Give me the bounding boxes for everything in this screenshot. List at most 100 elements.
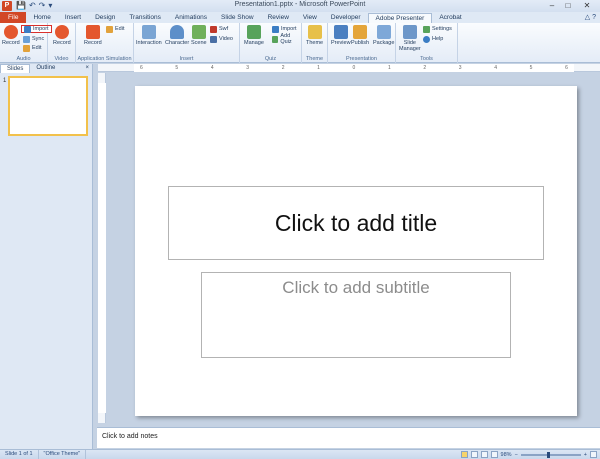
fit-slide-icon[interactable]: [590, 451, 597, 458]
group-label-theme: Theme: [305, 56, 324, 62]
group-label-application-simulation: Application Simulation: [77, 56, 132, 62]
tab-view[interactable]: View: [296, 13, 324, 23]
appsim-edit-button[interactable]: Edit: [106, 25, 124, 33]
settings-button[interactable]: Settings: [423, 25, 452, 33]
audio-sync-button[interactable]: Sync: [23, 35, 44, 43]
slide-thumbnail[interactable]: [8, 76, 88, 136]
tab-adobe-presenter[interactable]: Adobe Presenter: [367, 13, 433, 23]
zoom-in-icon[interactable]: +: [584, 452, 587, 458]
group-label-quiz: Quiz: [264, 56, 277, 62]
ruler-mark: 2: [423, 65, 427, 71]
notes-pane[interactable]: Click to add notes: [97, 427, 600, 448]
quiz-import-button[interactable]: Import: [272, 25, 297, 33]
vertical-ruler: [98, 73, 106, 423]
sync-icon: [23, 35, 30, 43]
tab-design[interactable]: Design: [88, 13, 122, 23]
package-icon: [376, 25, 391, 39]
scene-icon: [191, 25, 206, 39]
slides-pane: Slides Outline × 1: [0, 64, 93, 449]
film-icon: [210, 35, 217, 43]
tab-acrobat[interactable]: Acrobat: [432, 13, 468, 23]
tab-transitions[interactable]: Transitions: [122, 13, 168, 23]
help-button[interactable]: Help: [423, 35, 443, 43]
tab-animations[interactable]: Animations: [168, 13, 214, 23]
reading-view-icon[interactable]: [480, 451, 488, 458]
ruler-mark: 4: [494, 65, 497, 71]
screen-record-icon: [85, 25, 100, 39]
normal-view-icon[interactable]: [460, 451, 468, 458]
character-button[interactable]: Character: [165, 25, 189, 46]
ruler-mark: 1: [317, 65, 320, 71]
tab-developer[interactable]: Developer: [324, 13, 368, 23]
slide-manager-icon: [402, 25, 417, 39]
tab-insert[interactable]: Insert: [58, 13, 88, 23]
zoom-out-icon[interactable]: −: [515, 452, 518, 458]
tab-file[interactable]: File: [0, 12, 27, 23]
slide-count: Slide 1 of 1: [0, 450, 39, 459]
group-theme: Theme Theme: [302, 23, 328, 63]
close-button[interactable]: ✕: [576, 0, 598, 11]
slide-sorter-view-icon[interactable]: [470, 451, 478, 458]
audio-import-button[interactable]: Import: [21, 25, 52, 33]
add-quiz-icon: [272, 35, 279, 43]
group-label-tools: Tools: [420, 56, 433, 62]
group-label-audio: Audio: [16, 56, 31, 62]
appsim-record-button[interactable]: Record: [84, 25, 102, 46]
group-presentation: Preview Publish Package Presentation: [328, 23, 396, 63]
theme-button[interactable]: Theme: [306, 25, 323, 46]
ruler-mark: 5: [175, 65, 179, 71]
import-icon: [24, 25, 31, 33]
microphone-icon: [3, 25, 18, 39]
ruler-mark: 6: [140, 65, 143, 71]
status-bar: Slide 1 of 1 "Office Theme" 98% − +: [0, 449, 600, 459]
window-controls: – □ ✕: [544, 0, 598, 11]
character-icon: [170, 25, 185, 39]
subtitle-placeholder[interactable]: Click to add subtitle: [201, 272, 511, 358]
tab-home[interactable]: Home: [26, 13, 57, 23]
zoom-slider-knob[interactable]: [546, 451, 550, 458]
ruler-mark: 1: [387, 65, 391, 71]
tab-review[interactable]: Review: [261, 13, 296, 23]
video-record-button[interactable]: Record: [53, 25, 71, 46]
edit-icon: [23, 44, 30, 52]
zoom-slider[interactable]: [520, 451, 581, 458]
pane-close-icon[interactable]: ×: [82, 64, 92, 73]
tab-outline[interactable]: Outline: [30, 64, 61, 73]
add-quiz-button[interactable]: Add Quiz: [272, 33, 301, 45]
minimize-button[interactable]: –: [544, 0, 560, 11]
interaction-button[interactable]: Interaction: [136, 25, 162, 46]
quiz-manage-button[interactable]: Manage: [244, 25, 264, 46]
title-placeholder[interactable]: Click to add title: [168, 186, 544, 260]
group-quiz: Manage Import Add Quiz Quiz: [240, 23, 302, 63]
scene-button[interactable]: Scene: [191, 25, 207, 46]
slide-manager-button[interactable]: Slide Manager: [399, 25, 421, 52]
ruler-mark: 5: [529, 65, 533, 71]
interaction-icon: [141, 25, 156, 39]
package-button[interactable]: Package: [373, 25, 394, 46]
slide-show-view-icon[interactable]: [490, 451, 498, 458]
theme-icon: [307, 25, 322, 39]
zoom-level[interactable]: 98%: [501, 452, 512, 458]
maximize-button[interactable]: □: [560, 0, 576, 11]
group-audio: Record Import Sync Edit Audio: [0, 23, 52, 63]
slide-number: 1: [3, 78, 7, 84]
title-bar: P 💾 ↶ ↷ ▾ Presentation1.pptx - Microsoft…: [0, 0, 600, 12]
audio-record-button[interactable]: Record: [2, 25, 20, 46]
group-tools: Slide Manager Settings Help Tools: [396, 23, 458, 63]
tab-slide-show[interactable]: Slide Show: [214, 13, 261, 23]
tab-slides[interactable]: Slides: [0, 64, 31, 73]
settings-icon: [423, 25, 430, 33]
group-label-insert: Insert: [179, 56, 194, 62]
window-title: Presentation1.pptx - Microsoft PowerPoin…: [234, 1, 366, 8]
audio-edit-button[interactable]: Edit: [23, 44, 41, 52]
video-insert-button[interactable]: Video: [210, 35, 233, 43]
ribbon-help-icons[interactable]: △ ?: [585, 13, 596, 21]
ribbon-adobe-presenter: Record Import Sync Edit Audio Record Vid…: [0, 23, 600, 63]
swf-button[interactable]: Swf: [210, 25, 228, 33]
publish-button[interactable]: Publish: [351, 25, 369, 46]
group-label-presentation: Presentation: [346, 56, 377, 62]
slide[interactable]: Click to add title Click to add subtitle: [135, 86, 577, 416]
preview-button[interactable]: Preview: [331, 25, 351, 46]
pane-tabs: Slides Outline ×: [0, 64, 92, 73]
group-insert: Interaction Character Scene Swf Video In…: [134, 23, 240, 63]
